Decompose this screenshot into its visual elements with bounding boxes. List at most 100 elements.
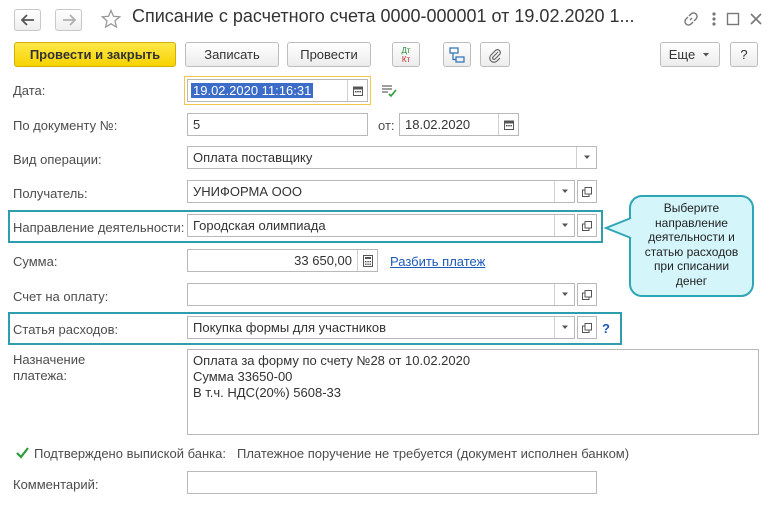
- doc-number-label: По документу №:: [13, 118, 118, 133]
- link-icon[interactable]: [680, 8, 702, 30]
- dropdown-arrow-icon: [561, 292, 568, 296]
- purpose-textarea[interactable]: Оплата за форму по счету №28 от 10.02.20…: [187, 349, 759, 435]
- dropdown-arrow-icon: [583, 155, 590, 159]
- activity-direction-value: Городская олимпиада: [193, 218, 326, 233]
- calculator-button[interactable]: [357, 250, 377, 271]
- split-payment-link[interactable]: Разбить платеж: [390, 254, 485, 269]
- operation-type-dropdown[interactable]: [576, 147, 596, 168]
- bank-confirmed-checkbox[interactable]: [15, 445, 30, 460]
- amount-value: 33 650,00: [294, 253, 352, 268]
- invoice-select[interactable]: [187, 283, 575, 306]
- maximize-icon[interactable]: [722, 8, 744, 30]
- comment-field[interactable]: [187, 471, 597, 494]
- calculator-icon: [362, 254, 373, 267]
- amount-field[interactable]: 33 650,00: [187, 249, 378, 272]
- chevron-down-icon: [703, 52, 710, 56]
- purpose-line: В т.ч. НДС(20%) 5608-33: [193, 385, 341, 400]
- star-icon[interactable]: [100, 8, 122, 30]
- bank-confirmed-label: Подтверждено выпиской банка:: [34, 446, 226, 461]
- bank-confirmed-note: Платежное поручение не требуется (докуме…: [237, 446, 630, 461]
- callout-pointer: [604, 217, 632, 239]
- activity-direction-dropdown[interactable]: [554, 215, 574, 236]
- hint-line: при списании: [653, 259, 730, 273]
- help-label: ?: [740, 47, 748, 62]
- invoice-dropdown[interactable]: [554, 284, 574, 305]
- dropdown-arrow-icon: [561, 223, 568, 227]
- dropdown-arrow-icon: [561, 189, 568, 193]
- recipient-open-button[interactable]: [577, 180, 597, 203]
- purpose-label-line1: Назначение: [13, 352, 86, 367]
- operation-type-value: Оплата поставщику: [193, 150, 313, 165]
- hint-line: Выберите: [663, 201, 720, 215]
- back-button[interactable]: [14, 9, 41, 31]
- date-label: Дата:: [13, 83, 46, 98]
- calendar-icon: [503, 120, 514, 130]
- calendar-button[interactable]: [347, 80, 367, 101]
- close-icon[interactable]: [745, 8, 767, 30]
- expense-item-value: Покупка формы для участников: [193, 320, 387, 335]
- expense-item-select[interactable]: Покупка формы для участников: [187, 316, 575, 339]
- doc-number-field[interactable]: 5: [187, 113, 368, 136]
- doc-date-value: 18.02.2020: [405, 117, 471, 132]
- recipient-dropdown[interactable]: [554, 181, 574, 202]
- post-and-close-label: Провести и закрыть: [29, 47, 161, 62]
- expense-item-label: Статья расходов:: [13, 322, 119, 337]
- invoice-label: Счет на оплату:: [13, 289, 109, 304]
- recipient-label: Получатель:: [13, 186, 88, 201]
- open-form-icon: [582, 186, 592, 197]
- dropdown-arrow-icon: [561, 325, 568, 329]
- post-and-close-button[interactable]: Провести и закрыть: [14, 42, 176, 67]
- structure-icon: [449, 46, 465, 63]
- hint-line: статью расходов: [644, 244, 739, 259]
- hint-line: деятельности и: [648, 230, 735, 244]
- operation-type-label: Вид операции:: [13, 152, 102, 167]
- activity-direction-open-button[interactable]: [577, 214, 597, 237]
- doc-date-field[interactable]: 18.02.2020: [399, 113, 519, 136]
- dt-kt-button[interactable]: Дт Кт: [392, 42, 420, 67]
- calendar-icon: [352, 86, 363, 96]
- expense-item-help[interactable]: ?: [602, 321, 610, 336]
- activity-direction-select[interactable]: Городская олимпиада: [187, 214, 575, 237]
- forward-arrow-icon: [62, 14, 76, 26]
- hint-line: денег: [675, 273, 708, 288]
- activity-direction-label: Направление деятельности:: [13, 220, 185, 235]
- purpose-label-line2: платежа:: [13, 368, 67, 383]
- open-form-icon: [582, 220, 592, 231]
- doc-date-calendar-button[interactable]: [498, 114, 518, 135]
- post-button[interactable]: Провести: [287, 42, 371, 67]
- paperclip-icon: [489, 48, 501, 63]
- date-field[interactable]: 19.02.2020 11:16:31: [187, 79, 368, 102]
- open-form-icon: [582, 289, 592, 300]
- attachments-button[interactable]: [480, 42, 510, 67]
- hint-callout: Выберите направление деятельности и стат…: [629, 195, 754, 297]
- amount-label: Сумма:: [13, 254, 58, 269]
- more-button[interactable]: Еще: [660, 42, 720, 67]
- list-check-icon: [382, 85, 397, 98]
- help-button[interactable]: ?: [730, 42, 758, 67]
- doc-number-value: 5: [193, 117, 201, 132]
- date-value: 19.02.2020 11:16:31: [191, 83, 314, 98]
- structure-button[interactable]: [443, 42, 471, 67]
- comment-label: Комментарий:: [13, 477, 99, 492]
- back-arrow-icon: [20, 14, 34, 26]
- expense-item-open-button[interactable]: [577, 316, 597, 339]
- checkbox-icon: [16, 447, 29, 459]
- open-form-icon: [582, 322, 592, 333]
- save-button[interactable]: Записать: [185, 42, 279, 67]
- more-label: Еще: [668, 47, 696, 62]
- purpose-line: Оплата за форму по счету №28 от 10.02.20…: [193, 353, 471, 368]
- window-title: Списание с расчетного счета 0000-000001 …: [132, 6, 635, 26]
- recipient-select[interactable]: УНИФОРМА ООО: [187, 180, 575, 203]
- save-label: Записать: [204, 47, 260, 62]
- hint-line: направление: [655, 215, 728, 230]
- recipient-value: УНИФОРМА ООО: [193, 184, 302, 199]
- forward-button[interactable]: [55, 9, 82, 31]
- doc-date-label: от:: [378, 118, 395, 133]
- post-label: Провести: [300, 47, 358, 62]
- list-check-button[interactable]: [381, 84, 397, 98]
- invoice-open-button[interactable]: [577, 283, 597, 306]
- purpose-line: Сумма 33650-00: [193, 369, 293, 384]
- operation-type-select[interactable]: Оплата поставщику: [187, 146, 597, 169]
- dt-kt-icon: Дт Кт: [401, 45, 411, 64]
- expense-item-dropdown[interactable]: [554, 317, 574, 338]
